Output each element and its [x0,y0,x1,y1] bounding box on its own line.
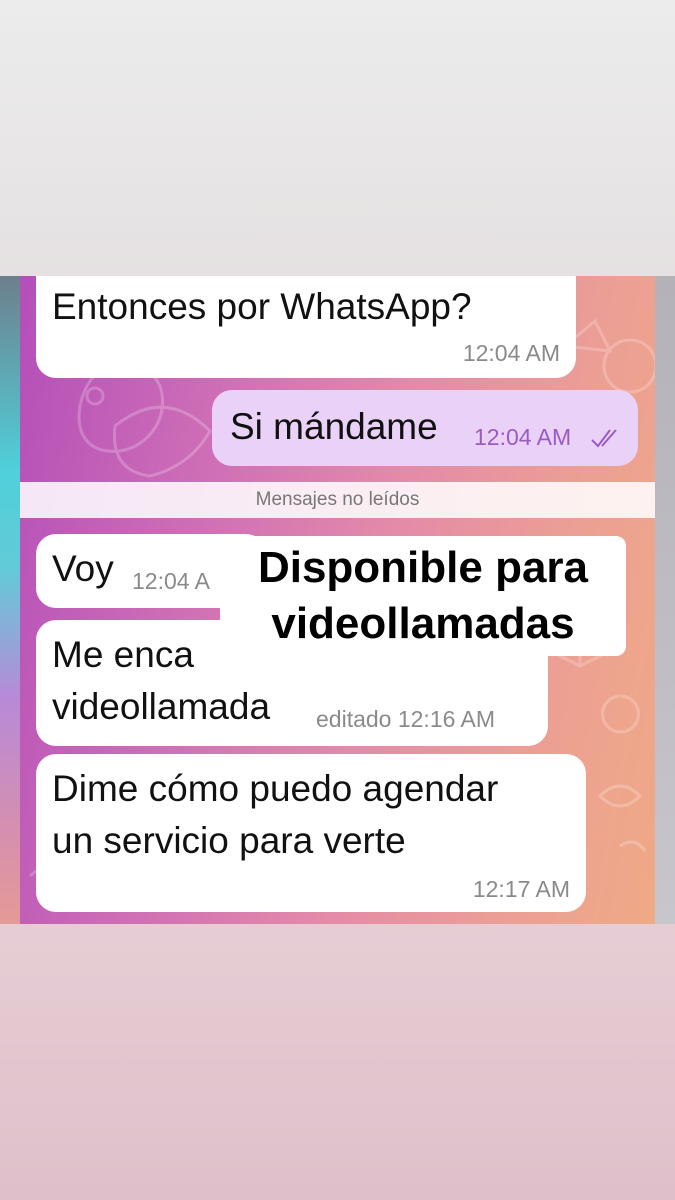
message-timestamp: 12:17 AM [472,876,570,902]
message-timestamp: 12:04 AM [474,424,572,450]
message-bubble-incoming[interactable]: Dime cómo puedo agendar un servicio para… [36,754,586,912]
ring-doodle [602,338,655,394]
story-top-background [0,0,675,276]
overlay-caption-line-1: Disponible para [257,543,589,592]
unread-divider-label: Mensajes no leídos [255,489,420,510]
story-bottom-background [0,924,675,1200]
unread-divider: Mensajes no leídos [20,482,655,518]
message-timestamp: editado 12:16 AM [316,706,496,732]
message-text-line: Dime cómo puedo agendar [52,768,499,809]
message-text-line: Me enca [52,634,194,675]
message-timestamp: 12:04 AM [462,340,560,366]
chat-screenshot: Entonces por WhatsApp? 12:04 AM Si mánda… [20,276,655,924]
message-text-line: videollamada [52,686,271,727]
double-check-icon [591,429,617,448]
message-timestamp: 12:04 A [132,568,211,594]
message-text: Voy [52,548,114,589]
message-text: Si mándame [230,406,438,447]
message-bubble-outgoing[interactable]: Si mándame 12:04 AM [212,390,638,466]
overlay-caption-line-2: videollamadas [271,599,575,648]
right-edge-strip [655,276,675,924]
message-text-line: un servicio para verte [52,820,406,861]
message-text: Entonces por WhatsApp? [52,286,472,327]
left-edge-strip [0,276,20,924]
message-bubble-incoming[interactable]: Entonces por WhatsApp? 12:04 AM [36,276,576,378]
overlay-caption-card: Disponible para videollamadas [220,536,626,656]
